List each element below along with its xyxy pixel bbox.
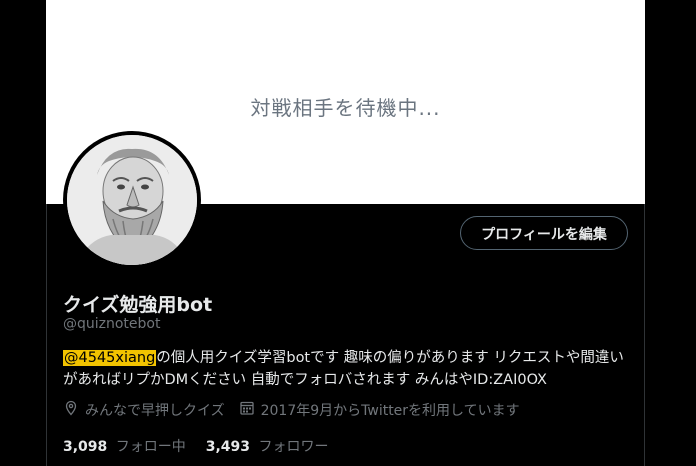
location-text: みんなで早押しクイズ xyxy=(85,403,225,419)
bio-mention-link[interactable]: @4545xiang xyxy=(63,350,157,366)
bio-text-line1: の個人用クイズ学習botです 趣味の偏りがあります リクエストや間違い xyxy=(156,350,624,366)
followers-label: フォロワー xyxy=(258,439,329,455)
bio-text-line2: があればリプかDMください 自動でフォロバされます みんはやID:ZAI0OX xyxy=(63,372,547,388)
profile-meta: みんなで早押しクイズ 2017年9月からTwitterを利用しています xyxy=(63,400,534,420)
following-link[interactable]: 3,098 フォロー中 xyxy=(63,436,186,456)
calendar-icon xyxy=(239,400,261,420)
location-item: みんなで早押しクイズ xyxy=(63,400,225,420)
profile-handle: @quiznotebot xyxy=(63,316,161,332)
avatar-image xyxy=(67,135,197,265)
followers-link[interactable]: 3,493 フォロワー xyxy=(206,436,329,456)
following-count: 3,098 xyxy=(63,439,108,455)
following-label: フォロー中 xyxy=(115,439,186,455)
follow-stats: 3,098 フォロー中 3,493 フォロワー xyxy=(63,436,349,456)
avatar[interactable] xyxy=(63,131,201,269)
joined-text: 2017年9月からTwitterを利用しています xyxy=(260,403,520,419)
profile-bio: @4545xiangの個人用クイズ学習botです 趣味の偏りがあります リクエス… xyxy=(63,347,633,391)
edit-profile-button[interactable]: プロフィールを編集 xyxy=(460,216,628,250)
banner-text: 対戦相手を待機中... xyxy=(250,96,441,120)
profile-name: クイズ勉強用bot xyxy=(63,294,213,316)
followers-count: 3,493 xyxy=(205,439,251,455)
joined-item: 2017年9月からTwitterを利用しています xyxy=(239,400,520,420)
location-pin-icon xyxy=(63,400,85,420)
